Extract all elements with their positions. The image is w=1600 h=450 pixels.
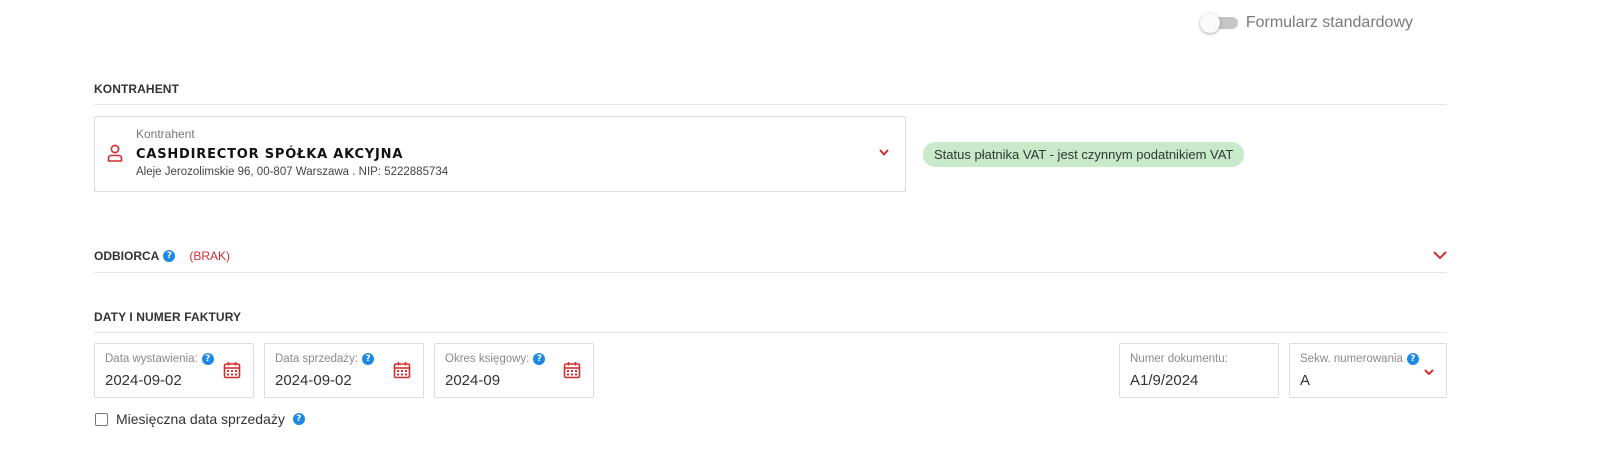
help-icon[interactable]: ? [533, 353, 546, 365]
calendar-icon[interactable] [563, 361, 581, 379]
issue-date-label: Data wystawienia: ? [105, 353, 214, 365]
chevron-down-icon[interactable] [879, 149, 889, 157]
vat-status-badge: Status płatnika VAT - jest czynnym podat… [923, 142, 1245, 167]
document-number-field[interactable]: Numer dokumentu: A1/9/2024 [1119, 343, 1279, 398]
toggle-switch[interactable] [1199, 13, 1238, 33]
field-label-text: Numer dokumentu: [1130, 353, 1228, 365]
monthly-sale-date-row[interactable]: Miesięczna data sprzedaży ? [95, 411, 305, 427]
odbiorca-header[interactable]: ODBIORCA ? (BRAK) [94, 249, 230, 263]
numbering-sequence-label: Sekw. numerowania ? [1300, 353, 1419, 365]
divider [94, 104, 1447, 105]
sale-date-field[interactable]: Data sprzedaży: ? 2024-09-02 [264, 343, 424, 398]
contractor-field-label: Kontrahent [136, 127, 195, 141]
help-icon[interactable]: ? [1406, 353, 1419, 365]
issue-date-value: 2024-09-02 [105, 372, 182, 389]
contractor-name: CASHDIRECTOR SPÓŁKA AKCYJNA [136, 147, 404, 162]
document-number-value: A1/9/2024 [1130, 372, 1199, 389]
sale-date-label: Data sprzedaży: ? [275, 353, 375, 365]
field-label-text: Data wystawienia: [105, 353, 198, 365]
field-label-text: Data sprzedaży: [275, 353, 359, 365]
section-title-dates: DATY I NUMER FAKTURY [94, 310, 242, 324]
section-title-kontrahent: KONTRAHENT [94, 82, 179, 96]
chevron-down-icon[interactable] [1424, 369, 1434, 376]
accounting-period-label: Okres księgowy: ? [445, 353, 546, 365]
numbering-sequence-select[interactable]: Sekw. numerowania ? A [1289, 343, 1447, 398]
person-icon [107, 144, 123, 162]
field-label-text: Okres księgowy: [445, 353, 530, 365]
contractor-select[interactable]: Kontrahent CASHDIRECTOR SPÓŁKA AKCYJNA A… [94, 116, 906, 192]
monthly-sale-date-checkbox[interactable] [95, 412, 108, 426]
calendar-icon[interactable] [393, 361, 411, 379]
help-icon[interactable]: ? [362, 353, 375, 365]
chevron-down-icon[interactable] [1433, 251, 1447, 260]
issue-date-field[interactable]: Data wystawienia: ? 2024-09-02 [94, 343, 254, 398]
help-icon[interactable]: ? [201, 353, 214, 365]
toggle-knob [1199, 13, 1220, 33]
document-number-label: Numer dokumentu: [1130, 353, 1228, 365]
field-label-text: Sekw. numerowania [1300, 353, 1403, 365]
odbiorca-status: (BRAK) [189, 249, 231, 263]
monthly-sale-date-label: Miesięczna data sprzedaży [116, 411, 285, 427]
contractor-address: Aleje Jerozolimskie 96, 00-807 Warszawa … [136, 166, 449, 178]
accounting-period-value: 2024-09 [445, 372, 501, 389]
accounting-period-field[interactable]: Okres księgowy: ? 2024-09 [434, 343, 594, 398]
sale-date-value: 2024-09-02 [275, 372, 352, 389]
numbering-sequence-value: A [1300, 372, 1311, 389]
form-mode-toggle[interactable]: Formularz standardowy [1199, 13, 1413, 33]
help-icon[interactable]: ? [163, 250, 176, 262]
toggle-label: Formularz standardowy [1245, 14, 1413, 31]
calendar-icon[interactable] [223, 361, 241, 379]
divider [94, 272, 1447, 273]
divider [94, 332, 1447, 333]
section-title-odbiorca: ODBIORCA [94, 249, 160, 263]
help-icon[interactable]: ? [292, 413, 305, 425]
